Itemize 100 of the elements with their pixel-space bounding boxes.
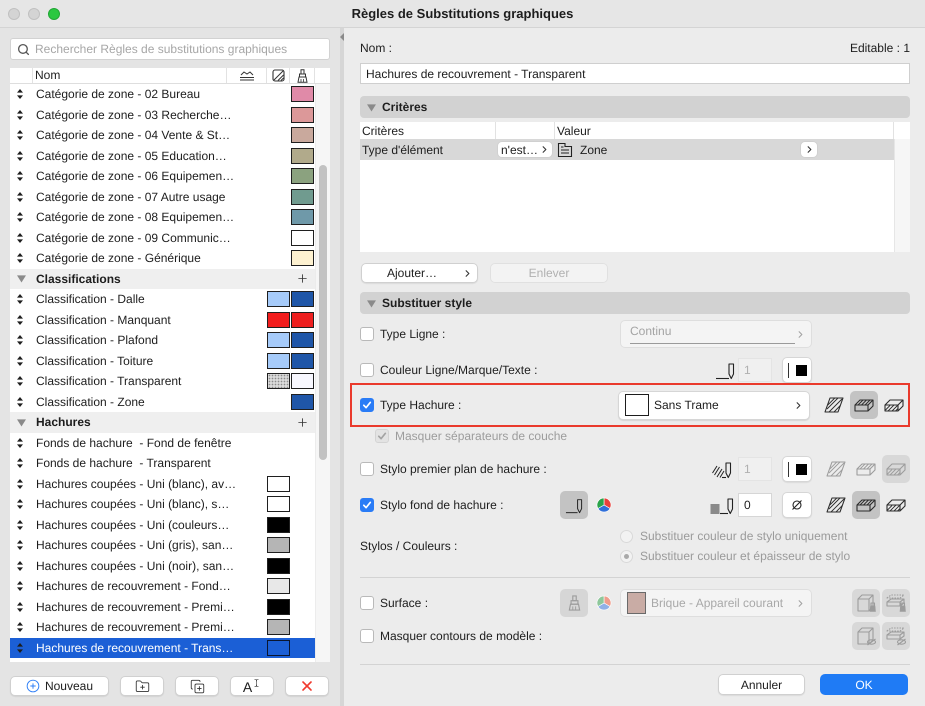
list-row[interactable]: Classification - Manquant xyxy=(10,310,315,330)
drag-handle-icon[interactable] xyxy=(17,294,23,304)
checkbox[interactable] xyxy=(360,629,374,643)
fill-type-dropdown[interactable]: Sans Trame xyxy=(618,390,810,420)
column-header[interactable]: Nom xyxy=(35,69,60,82)
pen-color-button[interactable] xyxy=(782,456,812,482)
drag-handle-icon[interactable] xyxy=(17,89,23,100)
drag-handle-icon[interactable] xyxy=(17,478,23,489)
color-wheel-icon[interactable] xyxy=(596,497,612,513)
drag-handle-icon[interactable] xyxy=(17,335,23,346)
drag-handle-icon[interactable] xyxy=(17,396,23,407)
add-icon[interactable] xyxy=(296,416,309,429)
list-row[interactable]: Fonds de hachure - Transparent xyxy=(10,453,315,474)
operator-dropdown[interactable]: n'est… xyxy=(497,141,553,158)
list-row[interactable]: Classification - Transparent xyxy=(10,371,315,392)
group-header[interactable]: Hachures xyxy=(10,412,315,432)
disclosure-triangle-icon[interactable] xyxy=(17,274,26,284)
list-row[interactable]: Catégorie de zone - 09 Communic… xyxy=(10,228,315,248)
pen-color-button[interactable] xyxy=(782,357,812,383)
list-row[interactable]: Catégorie de zone - 04 Vente & St… xyxy=(10,125,315,146)
list-row[interactable]: Catégorie de zone - 08 Equipemen… xyxy=(10,207,315,228)
list-row[interactable]: Catégorie de zone - 05 Education… xyxy=(10,146,315,166)
list-row[interactable]: Classification - Plafond xyxy=(10,330,315,350)
group-header[interactable]: Classifications xyxy=(10,268,315,289)
checkbox-label: Stylo premier plan de hachure : xyxy=(380,462,547,476)
drag-handle-icon[interactable] xyxy=(17,622,23,632)
drag-handle-icon[interactable] xyxy=(17,376,23,386)
list-row[interactable]: Hachures de recouvrement - Fond… xyxy=(10,576,315,596)
list-row[interactable]: Hachures coupées - Uni (noir), san… xyxy=(10,556,315,576)
drag-handle-icon[interactable] xyxy=(17,581,23,592)
search-field[interactable]: Rechercher Règles de substitutions graphiques xyxy=(10,38,330,60)
rename-button[interactable]: A xyxy=(230,676,274,696)
drag-handle-icon[interactable] xyxy=(17,314,23,325)
list-row[interactable]: Hachures de recouvrement - Premi… xyxy=(10,596,315,617)
checkbox[interactable] xyxy=(360,596,374,610)
checkbox[interactable] xyxy=(360,327,374,341)
checkbox[interactable] xyxy=(360,498,374,512)
brush-icon[interactable] xyxy=(296,68,308,82)
add-icon[interactable] xyxy=(296,272,309,286)
ok-button[interactable]: OK xyxy=(820,674,908,695)
list-row[interactable]: Hachures coupées - Uni (gris), san… xyxy=(10,535,315,556)
zoom-button[interactable] xyxy=(48,8,60,20)
rule-name: Catégorie de zone - Générique xyxy=(36,251,202,266)
drag-handle-icon[interactable] xyxy=(17,150,23,161)
new-button[interactable]: Nouveau xyxy=(10,676,109,696)
drag-handle-icon[interactable] xyxy=(17,520,23,530)
drag-handle-icon[interactable] xyxy=(17,540,23,550)
list-row[interactable]: Catégorie de zone - 02 Bureau xyxy=(10,84,315,104)
list-row[interactable]: Catégorie de zone - 07 Autre usage xyxy=(10,186,315,207)
delete-button[interactable] xyxy=(285,676,329,696)
drag-handle-icon[interactable] xyxy=(17,110,23,120)
drag-handle-icon[interactable] xyxy=(17,560,23,571)
drag-handle-icon[interactable] xyxy=(17,602,23,612)
list-row[interactable]: Catégorie de zone - 06 Equipemen… xyxy=(10,166,315,186)
drag-handle-icon[interactable] xyxy=(17,192,23,202)
drag-handle-icon[interactable] xyxy=(17,232,23,243)
checkbox[interactable] xyxy=(360,363,374,377)
scroll-thumb[interactable] xyxy=(319,165,327,460)
list-row[interactable]: Catégorie de zone - 03 Recherche… xyxy=(10,104,315,125)
list-row[interactable]: Catégorie de zone - Générique xyxy=(10,248,315,268)
list-row[interactable]: Classification - Zone xyxy=(10,392,315,412)
view-mode-button[interactable] xyxy=(852,491,880,519)
drag-handle-icon[interactable] xyxy=(17,253,23,264)
color-wheel-icon[interactable] xyxy=(596,595,612,611)
list-row[interactable]: Hachures coupées - Uni (couleurs… xyxy=(10,514,315,535)
drag-handle-icon[interactable] xyxy=(17,499,23,510)
section-header[interactable]: Substituer style xyxy=(360,292,910,314)
drag-handle-icon[interactable] xyxy=(17,356,23,366)
list-row[interactable]: Hachures de recouvrement - Premi… xyxy=(10,617,315,638)
drag-handle-icon[interactable] xyxy=(17,458,23,468)
drag-handle-icon[interactable] xyxy=(17,130,23,140)
add-button[interactable]: Ajouter… xyxy=(361,263,478,283)
new-folder-button[interactable] xyxy=(120,676,164,696)
table-row[interactable]: Type d'élément n'est… Zone xyxy=(360,139,894,160)
list-row[interactable]: Fonds de hachure - Fond de fenêtre xyxy=(10,432,315,453)
list-row[interactable]: Hachures de recouvrement - Trans… xyxy=(10,638,315,658)
value-picker-button[interactable] xyxy=(800,141,818,158)
disclosure-triangle-icon[interactable] xyxy=(17,418,26,427)
duplicate-button[interactable] xyxy=(175,676,219,696)
name-field[interactable]: Hachures de recouvrement - Transparent xyxy=(360,63,910,84)
drag-handle-icon[interactable] xyxy=(17,171,23,182)
pen-button[interactable] xyxy=(560,491,588,519)
checkbox[interactable] xyxy=(360,398,374,412)
checkbox[interactable] xyxy=(360,462,374,476)
wave-lines-icon[interactable] xyxy=(238,70,254,81)
view-mode-button[interactable] xyxy=(850,391,878,419)
scrollbar[interactable] xyxy=(894,139,910,252)
pen-color-button[interactable] xyxy=(782,492,812,518)
drag-handle-icon[interactable] xyxy=(17,212,23,222)
drag-handle-icon[interactable] xyxy=(17,642,23,653)
list-row[interactable]: Hachures coupées - Uni (blanc), av… xyxy=(10,474,315,494)
list-row[interactable]: Classification - Toiture xyxy=(10,350,315,371)
drag-handle-icon[interactable] xyxy=(17,438,23,448)
section-header[interactable]: Critères xyxy=(360,96,910,118)
scrollbar[interactable] xyxy=(315,84,330,662)
cancel-button[interactable]: Annuler xyxy=(718,674,805,695)
list-row[interactable]: Hachures coupées - Uni (blanc), s… xyxy=(10,494,315,514)
pen-number-field[interactable]: 0 xyxy=(738,493,772,517)
list-row[interactable]: Classification - Dalle xyxy=(10,289,315,310)
hatched-square-icon[interactable] xyxy=(272,69,284,82)
